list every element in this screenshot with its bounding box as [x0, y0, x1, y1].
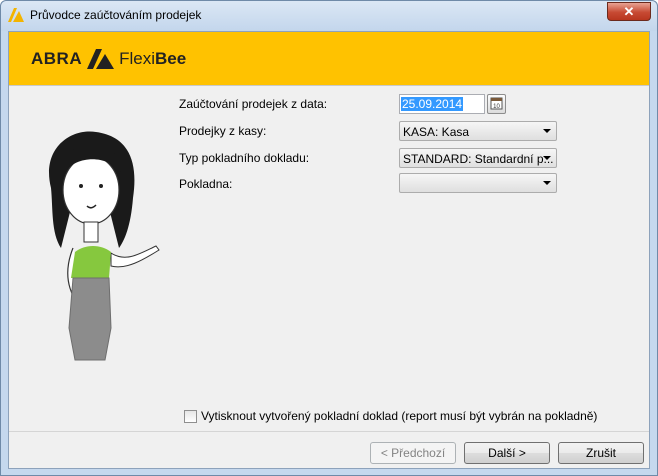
- doc-type-value: STANDARD: Standardní p...: [403, 152, 554, 166]
- cash-select[interactable]: [399, 173, 557, 193]
- cash-label: Pokladna:: [179, 177, 233, 191]
- calendar-icon: 10: [490, 97, 503, 110]
- svg-text:10: 10: [493, 104, 500, 110]
- date-label: Zaúčtování prodejek z data:: [179, 97, 328, 111]
- register-select[interactable]: KASA: Kasa: [399, 121, 557, 141]
- logo-flexi-text: Flexi: [119, 49, 156, 68]
- logo-abra-text: ABRA: [31, 49, 83, 68]
- previous-button[interactable]: < Předchozí: [370, 442, 456, 464]
- doc-type-label: Typ pokladního dokladu:: [179, 151, 310, 165]
- calendar-button[interactable]: 10: [487, 94, 506, 114]
- date-input[interactable]: 25.09.2014: [399, 94, 485, 114]
- brand-banner: ABRA Flexi Bee: [9, 32, 649, 86]
- register-value: KASA: Kasa: [403, 125, 470, 139]
- doc-type-select[interactable]: STANDARD: Standardní p...: [399, 148, 557, 168]
- register-label: Prodejky z kasy:: [179, 124, 267, 138]
- footer-divider: [9, 431, 649, 432]
- cancel-button[interactable]: Zrušit: [558, 442, 644, 464]
- print-checkbox[interactable]: [184, 409, 197, 423]
- print-checkbox-label: Vytisknout vytvořený pokladní doklad (re…: [201, 409, 598, 423]
- chevron-down-icon: [543, 156, 551, 160]
- abra-logo-icon: [8, 8, 24, 22]
- window-title: Průvodce zaúčtováním prodejek: [30, 8, 202, 22]
- title-bar[interactable]: Průvodce zaúčtováním prodejek ✕: [1, 1, 657, 31]
- chevron-down-icon: [543, 129, 551, 133]
- logo-mark-icon: [87, 49, 115, 69]
- print-option[interactable]: Vytisknout vytvořený pokladní doklad (re…: [184, 409, 597, 423]
- wizard-window: Průvodce zaúčtováním prodejek ✕ ABRA Fle…: [0, 0, 658, 476]
- chevron-down-icon: [543, 181, 551, 185]
- date-value: 25.09.2014: [401, 97, 464, 111]
- logo-bee-text: Bee: [155, 49, 187, 68]
- next-button[interactable]: Další >: [464, 442, 550, 464]
- abra-flexibee-logo: ABRA Flexi Bee: [31, 48, 186, 70]
- mascot-illustration: [49, 131, 160, 361]
- wizard-content: ABRA Flexi Bee Zaúčtování prodejek z dat…: [8, 31, 650, 469]
- close-button[interactable]: ✕: [607, 2, 651, 21]
